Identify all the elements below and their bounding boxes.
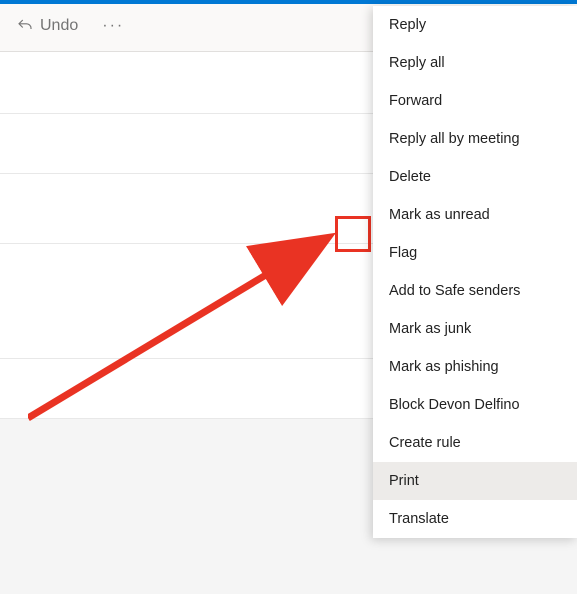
menu-item-mark-as-unread[interactable]: Mark as unread [373,196,577,234]
menu-item-create-rule[interactable]: Create rule [373,424,577,462]
menu-item-forward[interactable]: Forward [373,82,577,120]
toolbar-more-button[interactable]: ··· [90,13,136,39]
undo-button[interactable]: Undo [12,13,82,39]
undo-label: Undo [40,17,78,35]
menu-item-flag[interactable]: Flag [373,234,577,272]
menu-item-mark-as-phishing[interactable]: Mark as phishing [373,348,577,386]
menu-item-print[interactable]: Print [373,462,577,500]
menu-item-translate[interactable]: Translate [373,500,577,538]
top-accent-bar [0,0,577,4]
menu-item-block-sender[interactable]: Block Devon Delfino [373,386,577,424]
undo-icon [16,17,34,35]
menu-item-add-to-safe-senders[interactable]: Add to Safe senders [373,272,577,310]
menu-item-delete[interactable]: Delete [373,158,577,196]
menu-item-reply[interactable]: Reply [373,6,577,44]
menu-item-mark-as-junk[interactable]: Mark as junk [373,310,577,348]
menu-item-reply-all[interactable]: Reply all [373,44,577,82]
context-menu: Reply Reply all Forward Reply all by mee… [373,6,577,538]
menu-item-reply-all-by-meeting[interactable]: Reply all by meeting [373,120,577,158]
